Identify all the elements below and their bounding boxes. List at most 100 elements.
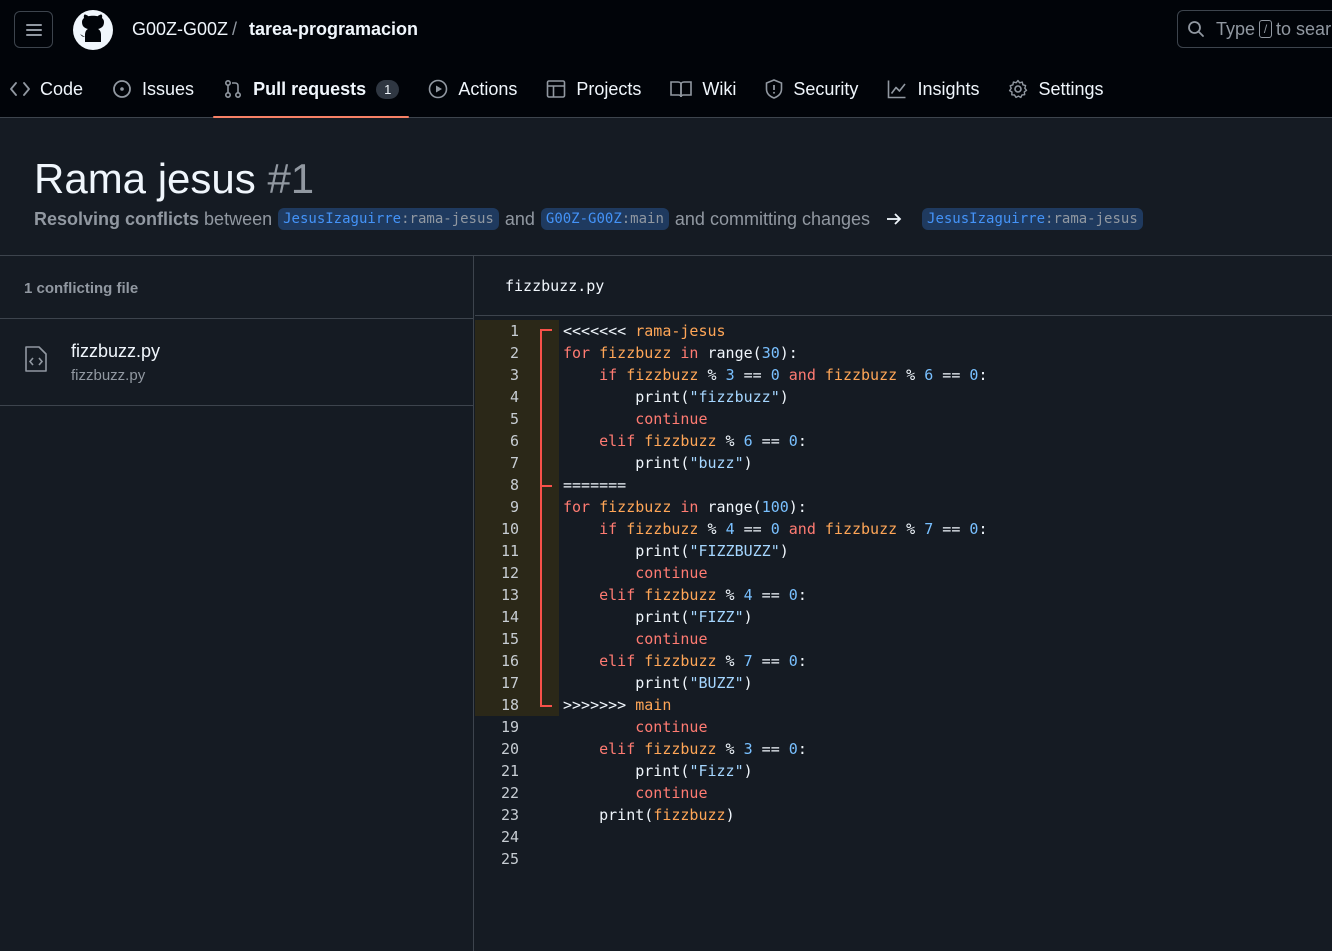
code-line[interactable]: 19 continue [475,716,1332,738]
conflict-gutter [539,584,559,606]
repo-header: G00Z-G00Z / tarea-programacion Type / to… [0,0,1332,118]
code-line-text: for fizzbuzz in range(100): [563,498,807,516]
code-line[interactable]: 5 continue [475,408,1332,430]
conflict-gutter [539,628,559,650]
code-area[interactable]: 1 <<<<<<< rama-jesus 2 for fizzbuzz in rang… [475,320,1332,870]
conflict-gutter [539,606,559,628]
code-line[interactable]: 21 print("Fizz") [475,760,1332,782]
committing-text: and committing changes [674,208,871,229]
target-user: JesusIzaguirre [927,211,1046,227]
code-line[interactable]: 15 continue [475,628,1332,650]
tab-actions-label: Actions [458,78,518,99]
code-line-text: print("FIZZ") [563,608,753,626]
code-line[interactable]: 16 elif fizzbuzz % 7 == 0: [475,650,1332,672]
conflict-gutter [539,760,559,782]
conflict-gutter [539,386,559,408]
conflict-gutter [539,848,559,870]
code-line-text: elif fizzbuzz % 7 == 0: [599,652,807,670]
code-line[interactable]: 18 >>>>>>> main [475,694,1332,716]
code-line-text: print("buzz") [563,454,753,472]
hamburger-menu-button[interactable] [14,11,53,48]
code-line[interactable]: 22 continue [475,782,1332,804]
tab-actions[interactable]: Actions [418,66,527,112]
code-line[interactable]: 13 elif fizzbuzz % 4 == 0: [475,584,1332,606]
conflict-gutter [539,408,559,430]
code-line[interactable]: 6 elif fizzbuzz % 6 == 0: [475,430,1332,452]
conflict-file-list: 1 conflicting file fizzbuzz.py fizzbuzz.… [0,256,474,951]
page-title: Rama jesus #1 [34,156,314,202]
file-code-icon [25,346,47,372]
code-line[interactable]: 3 if fizzbuzz % 3 == 0 and fizzbuzz % 6 … [475,364,1332,386]
conflict-gutter [539,716,559,738]
code-line-text: if fizzbuzz % 4 == 0 and fizzbuzz % 7 ==… [599,520,988,538]
gear-icon [1009,79,1028,99]
line-number: 8 [475,474,539,496]
line-number: 7 [475,452,539,474]
code-line[interactable]: 7 print("buzz") [475,452,1332,474]
code-line-text: elif fizzbuzz % 6 == 0: [599,432,807,450]
code-line-text: print(fizzbuzz) [563,806,735,824]
tab-wiki[interactable]: Wiki [660,66,746,112]
head-branch-ref[interactable]: JesusIzaguirre:rama-jesus [278,208,499,230]
code-line-text: print("FIZZBUZZ") [563,542,789,560]
line-number: 14 [475,606,539,628]
code-line[interactable]: 9 for fizzbuzz in range(100): [475,496,1332,518]
editor-filename: fizzbuzz.py [475,256,1332,316]
code-line[interactable]: 20 elif fizzbuzz % 3 == 0: [475,738,1332,760]
tab-pull-requests[interactable]: Pull requests 1 [213,66,410,118]
code-line[interactable]: 1 <<<<<<< rama-jesus [475,320,1332,342]
pr-conflict-summary: Resolving conflicts between JesusIzaguir… [34,208,1149,230]
code-line[interactable]: 25 [475,848,1332,870]
line-number: 23 [500,806,519,824]
code-line[interactable]: 8 ======= [475,474,1332,496]
code-line-text: print("fizzbuzz") [563,388,789,406]
line-number: 2 [475,342,539,364]
conflict-gutter [539,650,559,672]
pull-requests-count-badge: 1 [376,79,400,99]
tab-code[interactable]: Code [0,66,93,112]
line-number: 17 [475,672,539,694]
target-branch: :rama-jesus [1045,211,1138,227]
book-icon [670,81,693,98]
conflict-gutter [539,782,559,804]
line-number: 13 [475,584,539,606]
search-input[interactable]: Type / to sear [1177,10,1332,48]
code-line[interactable]: 23 print(fizzbuzz) [475,804,1332,826]
conflict-gutter [539,562,559,584]
conflict-gutter [539,738,559,760]
conflict-editor[interactable]: fizzbuzz.py 1 <<<<<<< rama-jesus 2 for fizz… [475,256,1332,951]
code-line[interactable]: 10 if fizzbuzz % 4 == 0 and fizzbuzz % 7… [475,518,1332,540]
table-icon [547,80,566,98]
tab-insights[interactable]: Insights [877,66,989,112]
base-branch: :main [621,211,664,227]
breadcrumb-repo-link[interactable]: tarea-programacion [249,18,418,40]
code-line[interactable]: 4 print("fizzbuzz") [475,386,1332,408]
breadcrumb-owner-link[interactable]: G00Z-G00Z [132,18,228,40]
code-line[interactable]: 12 continue [475,562,1332,584]
tab-projects[interactable]: Projects [536,66,651,112]
resolving-label: Resolving conflicts [34,208,200,229]
code-line[interactable]: 2 for fizzbuzz in range(30): [475,342,1332,364]
conflict-file-item[interactable]: fizzbuzz.py fizzbuzz.py [0,319,473,406]
conflict-gutter [539,540,559,562]
tab-settings[interactable]: Settings [998,66,1113,112]
search-shortcut-key: / [1259,20,1273,38]
line-number: 19 [500,718,519,736]
graph-icon [888,80,907,99]
code-line[interactable]: 11 print("FIZZBUZZ") [475,540,1332,562]
code-icon [10,82,30,96]
target-branch-ref[interactable]: JesusIzaguirre:rama-jesus [922,208,1143,230]
code-line-text: for fizzbuzz in range(30): [563,344,798,362]
tab-security[interactable]: Security [755,66,868,112]
tab-security-label: Security [793,78,859,99]
code-line[interactable]: 24 [475,826,1332,848]
base-branch-ref[interactable]: G00Z-G00Z:main [540,208,669,230]
line-number: 16 [475,650,539,672]
code-line-text: continue [635,718,708,736]
tab-issues[interactable]: Issues [102,66,204,112]
between-text: between [204,208,273,229]
code-line[interactable]: 17 print("BUZZ") [475,672,1332,694]
code-line[interactable]: 14 print("FIZZ") [475,606,1332,628]
github-logo-icon[interactable] [72,9,114,51]
and-text: and [504,208,535,229]
